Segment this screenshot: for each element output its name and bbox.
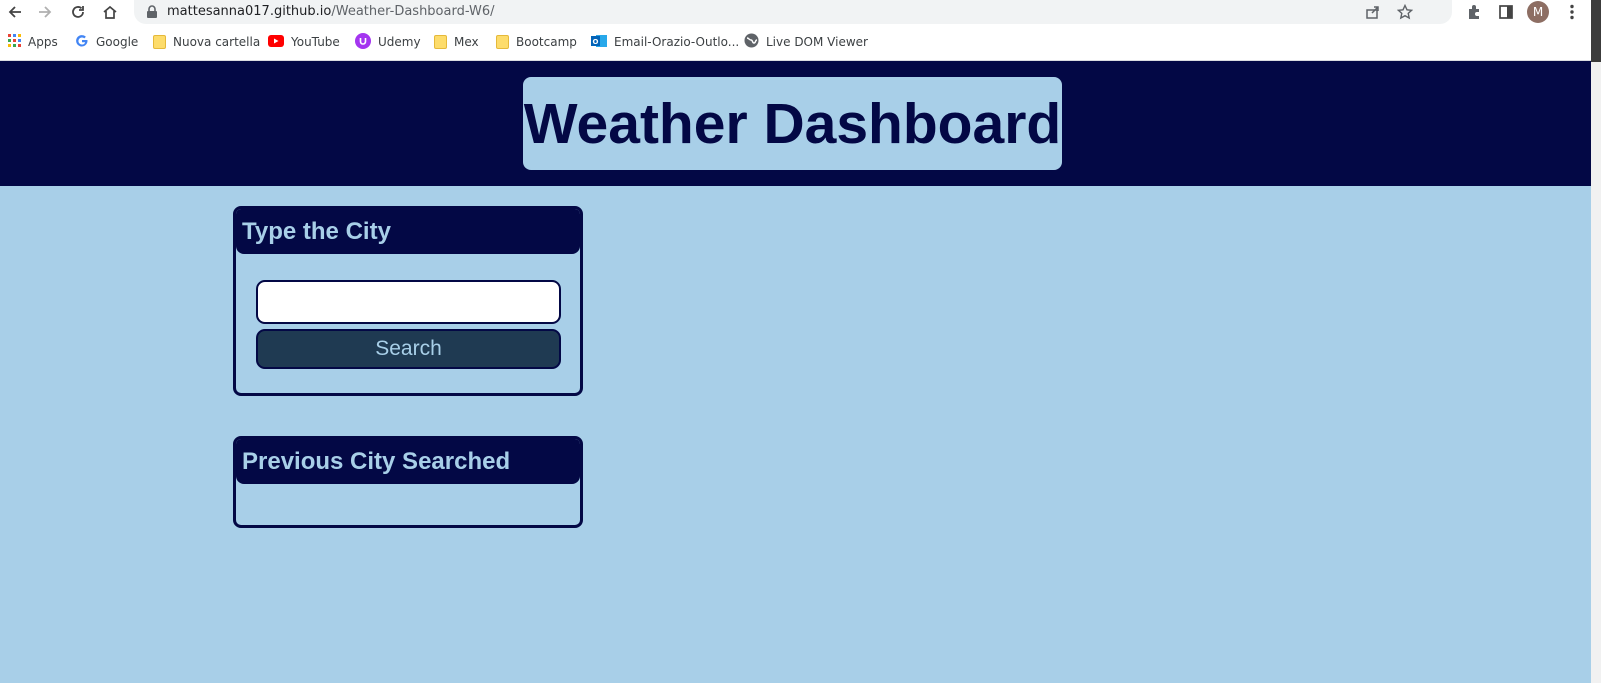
- bookmark-apps[interactable]: Apps: [8, 33, 58, 51]
- folder-icon: [153, 35, 166, 49]
- history-card-heading: Previous City Searched: [236, 439, 580, 484]
- menu-dots-icon[interactable]: [1560, 0, 1584, 24]
- bookmark-label: Udemy: [378, 35, 421, 49]
- lock-icon[interactable]: [146, 5, 158, 24]
- back-arrow-icon[interactable]: [3, 0, 27, 24]
- extensions-icon[interactable]: [1462, 0, 1486, 24]
- bookmark-live-dom-viewer[interactable]: Live DOM Viewer: [744, 33, 868, 51]
- window-edge: [1591, 0, 1601, 683]
- share-icon[interactable]: [1364, 3, 1382, 21]
- bookmark-youtube[interactable]: YouTube: [268, 33, 340, 51]
- bookmark-label: Live DOM Viewer: [766, 35, 868, 49]
- bookmark-label: Nuova cartella: [173, 35, 261, 49]
- udemy-icon: [355, 32, 371, 52]
- home-icon[interactable]: [98, 0, 122, 24]
- reload-icon[interactable]: [66, 0, 90, 24]
- bookmark-label: Bootcamp: [516, 35, 577, 49]
- forward-arrow-icon[interactable]: [33, 0, 57, 24]
- address-bar[interactable]: mattesanna017.github.io/Weather-Dashboar…: [134, 0, 1452, 24]
- bookmark-label: Apps: [28, 35, 58, 49]
- page-header: Weather Dashboard: [0, 61, 1591, 186]
- bookmark-outlook[interactable]: O Email-Orazio-Outlo...: [591, 33, 739, 51]
- side-panel-icon[interactable]: [1494, 0, 1518, 24]
- browser-toolbar: mattesanna017.github.io/Weather-Dashboar…: [0, 0, 1591, 24]
- bookmark-google[interactable]: Google: [75, 33, 138, 51]
- city-search-input[interactable]: [256, 280, 561, 324]
- svg-text:O: O: [593, 38, 599, 46]
- search-card-heading: Type the City: [236, 209, 580, 254]
- youtube-icon: [268, 34, 284, 50]
- star-icon[interactable]: [1396, 3, 1414, 21]
- search-card: Type the City Search: [233, 206, 583, 396]
- google-icon: [75, 34, 89, 51]
- bookmark-label: Google: [96, 35, 139, 49]
- bookmark-bootcamp[interactable]: Bootcamp: [496, 33, 577, 51]
- folder-icon: [434, 35, 447, 49]
- page-scrollbar[interactable]: [1591, 62, 1601, 683]
- bookmark-udemy[interactable]: Udemy: [355, 32, 421, 52]
- bookmark-label: Email-Orazio-Outlo...: [614, 35, 740, 49]
- history-card: Previous City Searched: [233, 436, 583, 528]
- globe-icon: [744, 33, 759, 51]
- bookmark-mex[interactable]: Mex: [434, 33, 479, 51]
- page-title: Weather Dashboard: [523, 91, 1062, 156]
- bookmark-nuova-cartella[interactable]: Nuova cartella: [153, 33, 260, 51]
- search-button[interactable]: Search: [256, 329, 561, 369]
- bookmark-label: Mex: [454, 35, 479, 49]
- outlook-icon: O: [591, 33, 607, 52]
- address-url[interactable]: mattesanna017.github.io/Weather-Dashboar…: [167, 4, 495, 19]
- bookmark-label: YouTube: [291, 35, 340, 49]
- apps-grid-icon: [8, 34, 21, 50]
- bookmarks-bar: Apps Google Nuova cartella YouTube Udemy…: [0, 24, 1591, 61]
- title-box: Weather Dashboard: [523, 77, 1062, 170]
- profile-avatar[interactable]: M: [1527, 1, 1549, 23]
- folder-icon: [496, 35, 509, 49]
